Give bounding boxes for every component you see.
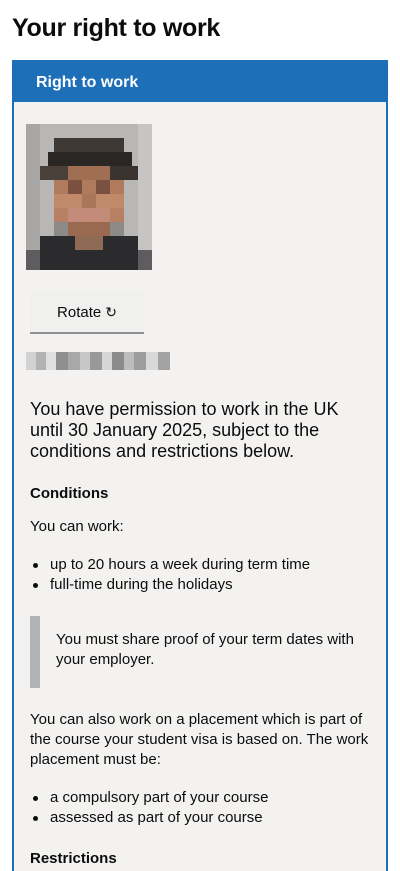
placement-list: a compulsory part of your course assesse… xyxy=(30,788,268,828)
conditions-intro: You can work: xyxy=(30,518,124,535)
right-to-work-card: Right to work Rotate ↻ You have permissi… xyxy=(12,60,388,871)
restrictions-heading: Restrictions xyxy=(30,850,117,867)
pixelated-photo xyxy=(26,124,152,270)
permission-statement: You have permission to work in the UK un… xyxy=(30,399,339,461)
rotate-icon: ↻ xyxy=(105,304,117,320)
rotate-button[interactable]: Rotate ↻ xyxy=(30,292,144,332)
list-item: a compulsory part of your course xyxy=(30,788,268,808)
list-item: assessed as part of your course xyxy=(30,808,268,828)
rotate-button-label: Rotate xyxy=(57,304,102,321)
list-item: up to 20 hours a week during term time xyxy=(30,555,310,575)
work-hours-list: up to 20 hours a week during term time f… xyxy=(30,555,310,595)
profile-photo xyxy=(26,124,152,270)
card-header: Right to work xyxy=(14,62,386,102)
conditions-heading: Conditions xyxy=(30,485,109,502)
placement-text: You can also work on a placement which i… xyxy=(30,711,369,768)
list-item: full-time during the holidays xyxy=(30,575,310,595)
page-title: Your right to work xyxy=(12,14,221,42)
redacted-share-code xyxy=(26,352,172,370)
inset-text: You must share proof of your term dates … xyxy=(30,616,370,688)
